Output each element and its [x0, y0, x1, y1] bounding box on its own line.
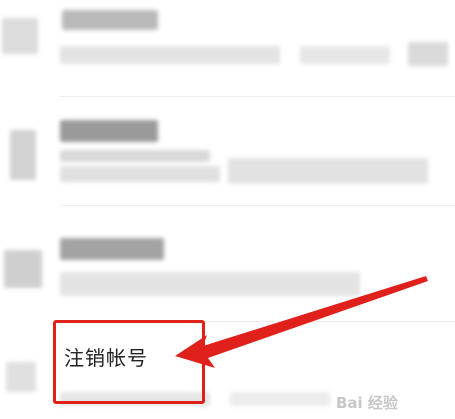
divider	[60, 205, 455, 206]
avatar	[6, 362, 36, 392]
settings-screen: 注销帐号 Bai 经验	[0, 0, 455, 419]
item-subtitle-blurred	[300, 46, 390, 64]
watermark: Bai 经验	[336, 394, 398, 412]
avatar	[10, 130, 36, 180]
item-subtitle-blurred	[60, 272, 360, 296]
list-item[interactable]	[0, 100, 455, 210]
item-title-blurred	[62, 10, 158, 30]
item-subtitle-blurred	[60, 166, 220, 182]
avatar	[4, 250, 42, 288]
list-item[interactable]	[0, 210, 455, 318]
item-subtitle-blurred	[228, 158, 428, 184]
item-subtitle-blurred	[60, 46, 280, 64]
highlight-box	[53, 320, 205, 404]
item-title-blurred	[60, 238, 164, 260]
item-subtitle-blurred	[230, 392, 330, 406]
divider	[60, 96, 455, 97]
item-subtitle-blurred	[408, 42, 448, 66]
avatar	[2, 18, 38, 54]
item-title-blurred	[60, 120, 158, 142]
list-item[interactable]	[0, 0, 455, 95]
item-subtitle-blurred	[60, 150, 210, 162]
